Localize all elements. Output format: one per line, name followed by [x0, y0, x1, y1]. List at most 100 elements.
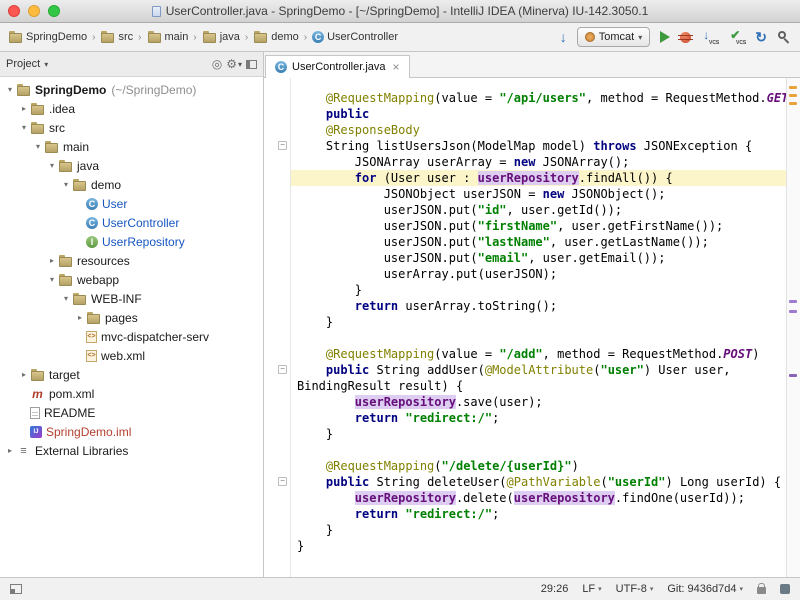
close-window-button[interactable]: [8, 5, 20, 17]
code-editor[interactable]: − − − @RequestMapping(value = "/api/users"…: [264, 78, 800, 577]
breadcrumb-item-main[interactable]: main: [147, 31, 189, 43]
code-line[interactable]: [291, 442, 786, 458]
fold-marker-icon[interactable]: −: [278, 477, 287, 486]
chevron-down-icon[interactable]: ▾: [60, 294, 72, 303]
chevron-right-icon[interactable]: ▸: [18, 370, 30, 379]
breadcrumb-item-java[interactable]: java: [202, 31, 240, 43]
breadcrumb-item-demo[interactable]: demo: [253, 31, 299, 43]
tree-item-web-xml[interactable]: <>web.xml: [0, 346, 263, 365]
code-line[interactable]: public String addUser(@ModelAttribute("u…: [291, 362, 786, 378]
tree-item-external-libraries[interactable]: ▸≡External Libraries: [0, 441, 263, 460]
tree-item-user[interactable]: CUser: [0, 194, 263, 213]
tree-item-pom-xml[interactable]: mpom.xml: [0, 384, 263, 403]
code-line[interactable]: }: [291, 282, 786, 298]
breadcrumb-item-springdemo[interactable]: SpringDemo: [8, 31, 87, 43]
tab-usercontroller-java[interactable]: C UserController.java ×: [265, 55, 410, 78]
locate-icon[interactable]: ◎: [212, 57, 222, 71]
code-line[interactable]: userJSON.put("id", user.getId());: [291, 202, 786, 218]
code-line[interactable]: String listUsersJson(ModelMap model) thr…: [291, 138, 786, 154]
search-icon[interactable]: [777, 30, 792, 45]
code-area[interactable]: @RequestMapping(value = "/api/users", me…: [291, 78, 786, 577]
code-line[interactable]: BindingResult result) {: [291, 378, 786, 394]
breadcrumb-item-usercontroller[interactable]: CUserController: [312, 31, 398, 43]
tree-item-springdemo[interactable]: ▾SpringDemo(~/SpringDemo): [0, 80, 263, 99]
code-line[interactable]: return "redirect:/";: [291, 506, 786, 522]
settings-gear-icon[interactable]: ⚙ ▾: [226, 57, 242, 71]
stripe-mark[interactable]: [789, 310, 797, 313]
toolwindow-toggle-icon[interactable]: [10, 584, 22, 594]
stripe-mark[interactable]: [789, 374, 797, 377]
line-separator-select[interactable]: LF ▾: [582, 583, 601, 595]
code-line[interactable]: userJSON.put("firstName", user.getFirstN…: [291, 218, 786, 234]
code-line[interactable]: [291, 330, 786, 346]
code-line[interactable]: @ResponseBody: [291, 122, 786, 138]
tree-item-springdemo-iml[interactable]: IJSpringDemo.iml: [0, 422, 263, 441]
fold-marker-icon[interactable]: −: [278, 365, 287, 374]
stripe-mark[interactable]: [789, 102, 797, 105]
encoding-select[interactable]: UTF-8 ▾: [616, 583, 654, 595]
tree-item-src[interactable]: ▾src: [0, 118, 263, 137]
close-tab-icon[interactable]: ×: [393, 60, 400, 74]
tree-item-main[interactable]: ▾main: [0, 137, 263, 156]
vcs-update-icon[interactable]: ↓ VCS: [701, 29, 718, 46]
tree-item-java[interactable]: ▾java: [0, 156, 263, 175]
tree-item-webapp[interactable]: ▾webapp: [0, 270, 263, 289]
tree-item-readme[interactable]: README: [0, 403, 263, 422]
update-project-icon[interactable]: ↓: [560, 30, 567, 44]
chevron-right-icon[interactable]: ▸: [46, 256, 58, 265]
code-line[interactable]: userRepository.delete(userRepository.fin…: [291, 490, 786, 506]
inspection-profile-icon[interactable]: [780, 584, 790, 594]
fold-marker-icon[interactable]: −: [278, 141, 287, 150]
chevron-down-icon[interactable]: ▾: [32, 142, 44, 151]
code-line[interactable]: }: [291, 314, 786, 330]
tree-item-userrepository[interactable]: IUserRepository: [0, 232, 263, 251]
tree-item-web-inf[interactable]: ▾WEB-INF: [0, 289, 263, 308]
chevron-right-icon[interactable]: ▸: [18, 104, 30, 113]
code-line[interactable]: public String deleteUser(@PathVariable("…: [291, 474, 786, 490]
tree-item-resources[interactable]: ▸resources: [0, 251, 263, 270]
code-line[interactable]: return userArray.toString();: [291, 298, 786, 314]
code-line[interactable]: JSONObject userJSON = new JSONObject();: [291, 186, 786, 202]
tree-item-target[interactable]: ▸target: [0, 365, 263, 384]
stripe-mark[interactable]: [789, 86, 797, 89]
readonly-lock-icon[interactable]: [757, 587, 766, 594]
breadcrumb-item-src[interactable]: src: [100, 31, 133, 43]
chevron-down-icon[interactable]: ▾: [4, 85, 16, 94]
tree-item-usercontroller[interactable]: CUserController: [0, 213, 263, 232]
code-line[interactable]: userJSON.put("lastName", user.getLastNam…: [291, 234, 786, 250]
hide-panel-icon[interactable]: [246, 60, 257, 69]
code-line[interactable]: }: [291, 522, 786, 538]
tree-item--idea[interactable]: ▸.idea: [0, 99, 263, 118]
caret-position[interactable]: 29:26: [541, 583, 569, 595]
code-line[interactable]: @RequestMapping("/delete/{userId}"): [291, 458, 786, 474]
project-panel-title[interactable]: Project: [6, 58, 40, 70]
code-line[interactable]: }: [291, 426, 786, 442]
stripe-mark[interactable]: [789, 94, 797, 97]
debug-button[interactable]: [680, 32, 691, 43]
tree-item-demo[interactable]: ▾demo: [0, 175, 263, 194]
code-line[interactable]: JSONArray userArray = new JSONArray();: [291, 154, 786, 170]
run-button[interactable]: [660, 31, 670, 43]
chevron-down-icon[interactable]: ▾: [44, 60, 48, 69]
git-branch-select[interactable]: Git: 9436d7d4 ▾: [667, 583, 743, 595]
chevron-down-icon[interactable]: ▾: [46, 275, 58, 284]
code-line[interactable]: userArray.put(userJSON);: [291, 266, 786, 282]
code-line[interactable]: userRepository.save(user);: [291, 394, 786, 410]
code-line[interactable]: @RequestMapping(value = "/add", method =…: [291, 346, 786, 362]
code-line[interactable]: userJSON.put("email", user.getEmail());: [291, 250, 786, 266]
vcs-commit-icon[interactable]: ✔ VCS: [728, 29, 745, 46]
code-line[interactable]: public: [291, 106, 786, 122]
code-line[interactable]: return "redirect:/";: [291, 410, 786, 426]
sync-icon[interactable]: ↻: [755, 30, 767, 44]
chevron-down-icon[interactable]: ▾: [18, 123, 30, 132]
stripe-mark[interactable]: [789, 300, 797, 303]
code-line[interactable]: @RequestMapping(value = "/api/users", me…: [291, 90, 786, 106]
code-line[interactable]: for (User user : userRepository.findAll(…: [291, 170, 786, 186]
chevron-right-icon[interactable]: ▸: [4, 446, 16, 455]
chevron-right-icon[interactable]: ▸: [74, 313, 86, 322]
run-configuration-select[interactable]: Tomcat ▾: [577, 27, 650, 47]
scrollbar-error-stripe[interactable]: [786, 78, 800, 577]
tree-item-mvc-dispatcher-serv[interactable]: <>mvc-dispatcher-serv: [0, 327, 263, 346]
chevron-down-icon[interactable]: ▾: [46, 161, 58, 170]
tree-item-pages[interactable]: ▸pages: [0, 308, 263, 327]
